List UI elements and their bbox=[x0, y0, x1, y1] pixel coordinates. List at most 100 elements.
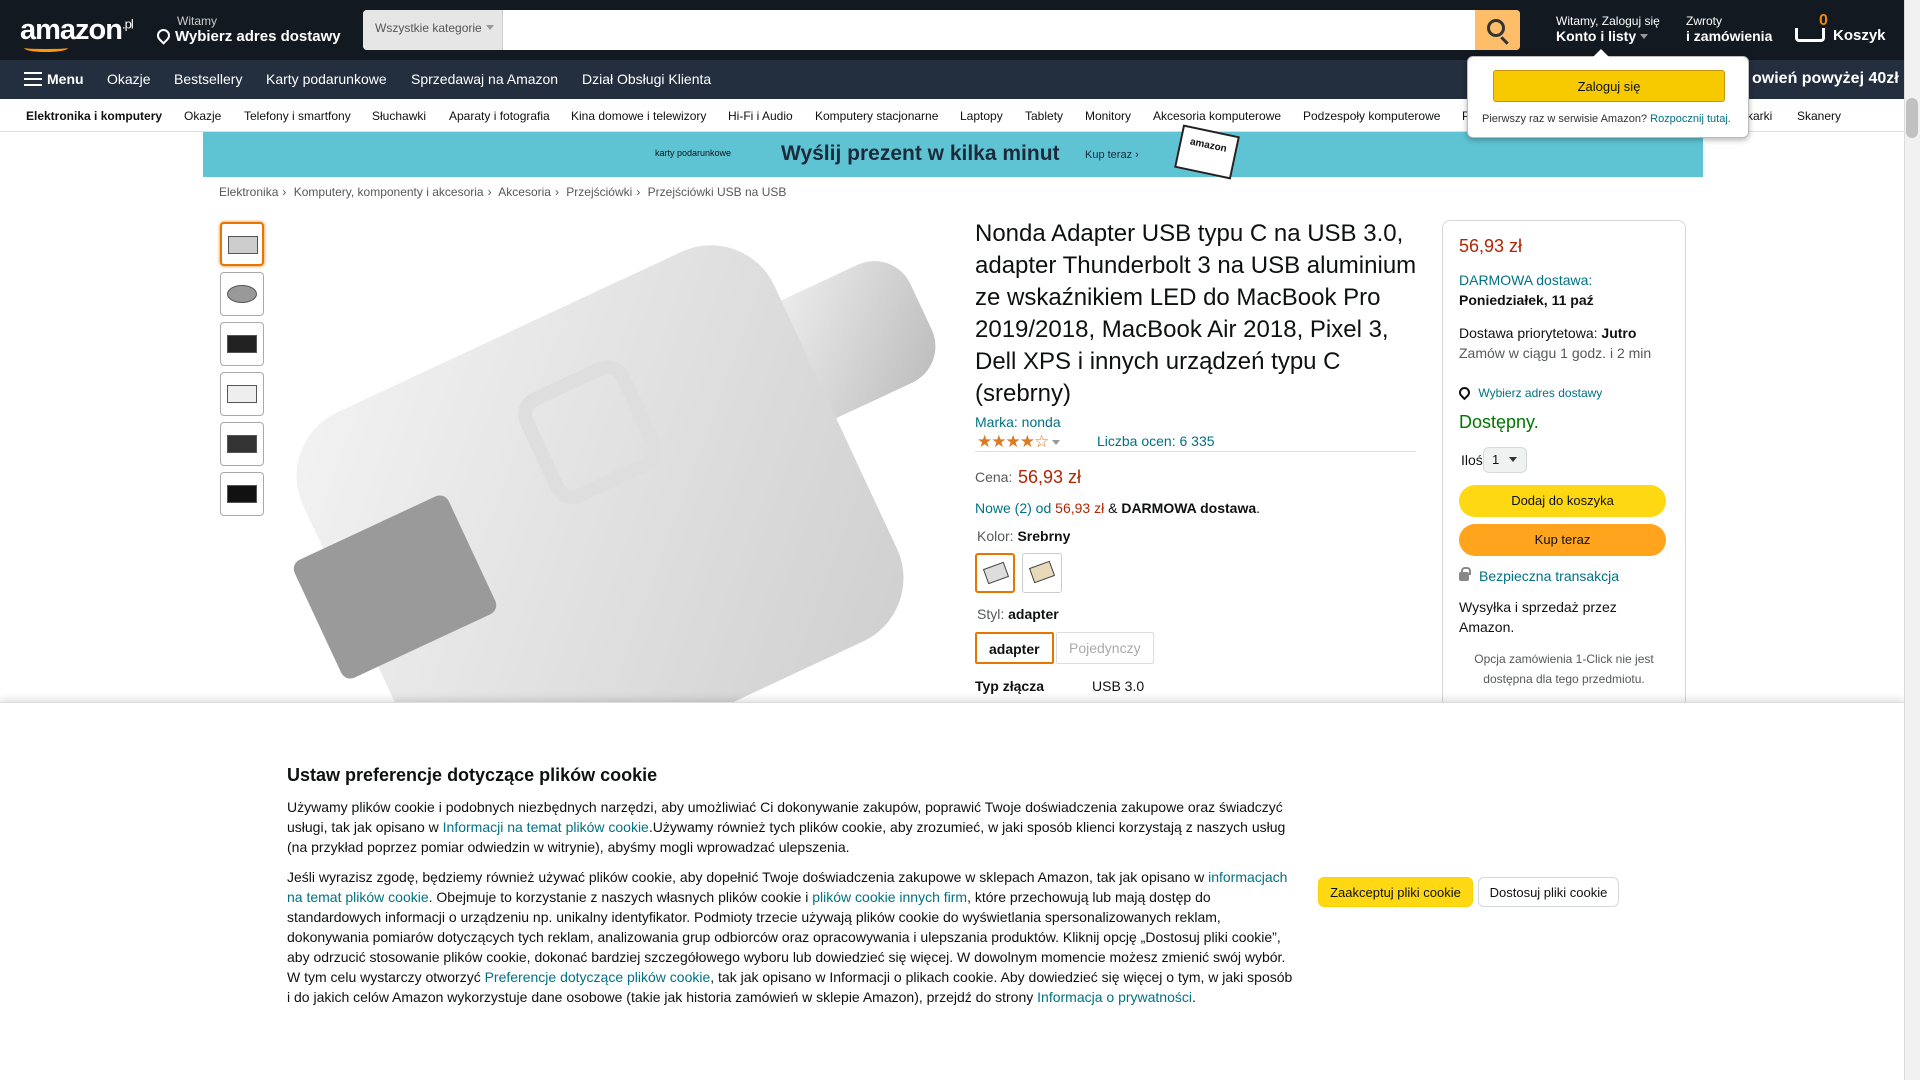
price-label: Cena: bbox=[975, 469, 1013, 485]
color-label: Kolor: Srebrny bbox=[977, 528, 1071, 544]
priority-delivery: Dostawa priorytetowa: Jutro bbox=[1459, 325, 1637, 341]
nav-item-gift-cards[interactable]: Karty podarunkowe bbox=[266, 71, 387, 87]
nav-item-okazje[interactable]: Okazje bbox=[107, 71, 151, 87]
color-swatch-gold[interactable] bbox=[1022, 553, 1062, 593]
thumbnail[interactable] bbox=[220, 222, 264, 266]
style-label: Styl: adapter bbox=[977, 606, 1059, 622]
divider bbox=[975, 451, 1416, 452]
amazon-logo[interactable]: amazon.pl bbox=[20, 14, 134, 52]
subnav-item[interactable]: karki bbox=[1747, 109, 1772, 123]
cookie-paragraph-1: Używamy plików cookie i podobnych niezbę… bbox=[287, 799, 1286, 855]
buy-box: 56,93 zł DARMOWA dostawa: Poniedziałek, … bbox=[1442, 220, 1686, 720]
thumbnail[interactable] bbox=[220, 322, 264, 366]
image-thumbnails bbox=[220, 222, 264, 522]
breadcrumb-item[interactable]: Przejściówki bbox=[566, 185, 632, 199]
start-here-link[interactable]: Rozpocznij tutaj. bbox=[1650, 113, 1731, 125]
cart-button[interactable]: 0 Koszyk bbox=[1795, 12, 1886, 48]
gift-card-banner[interactable]: karty podarunkowe Wyślij prezent w kilka… bbox=[203, 124, 1703, 180]
product-main-image[interactable] bbox=[270, 222, 960, 702]
customize-cookies-button[interactable]: Dostosuj pliki cookie bbox=[1478, 877, 1619, 907]
choose-address-link[interactable]: Wybierz adres dostawy bbox=[1456, 384, 1602, 401]
subnav-item[interactable]: Słuchawki bbox=[372, 109, 426, 123]
menu-button[interactable]: Menu bbox=[47, 71, 84, 87]
subnav-item[interactable]: Aparaty i fotografia bbox=[449, 109, 550, 123]
subnav-item[interactable]: Komputery stacjonarne bbox=[815, 109, 938, 123]
scrollbar-thumb[interactable] bbox=[1906, 98, 1918, 138]
returns-orders[interactable]: Zwroty i zamówienia bbox=[1686, 14, 1772, 44]
page-scrollbar[interactable] bbox=[1904, 0, 1920, 1080]
cart-count: 0 bbox=[1819, 12, 1828, 29]
subnav-item[interactable]: Podzespoły komputerowe bbox=[1303, 109, 1440, 123]
lock-icon bbox=[1459, 567, 1471, 581]
brand-link[interactable]: Marka: nonda bbox=[975, 414, 1061, 430]
free-delivery-link[interactable]: DARMOWA dostawa: bbox=[1459, 272, 1592, 288]
accept-cookies-button[interactable]: Zaakceptuj pliki cookie bbox=[1318, 877, 1473, 907]
ratings-count-link[interactable]: Liczba ocen: 6 335 bbox=[1097, 433, 1215, 449]
sold-by: Wysyłka i sprzedaż przez Amazon. bbox=[1459, 599, 1617, 635]
style-option-single[interactable]: Pojedynczy bbox=[1056, 632, 1154, 664]
cookie-info-link[interactable]: Informacji na temat plików cookie bbox=[443, 819, 649, 835]
thumbnail[interactable] bbox=[220, 372, 264, 416]
secure-transaction[interactable]: Bezpieczna transakcja bbox=[1459, 567, 1619, 584]
spec-value: USB 3.0 bbox=[1092, 678, 1145, 694]
hamburger-menu-icon[interactable] bbox=[24, 72, 42, 86]
nav-item-sell[interactable]: Sprzedawaj na Amazon bbox=[411, 71, 558, 87]
search-button[interactable] bbox=[1475, 10, 1520, 50]
cookie-preferences-link[interactable]: Preferencje dotyczące plików cookie bbox=[485, 969, 711, 985]
subnav-item[interactable]: Tablety bbox=[1025, 109, 1063, 123]
location-pin-icon bbox=[154, 26, 173, 45]
search-icon bbox=[1487, 19, 1505, 37]
thumbnail[interactable] bbox=[220, 422, 264, 466]
one-click-note: Opcja zamówienia 1-Click nie jest dostęp… bbox=[1474, 652, 1654, 686]
subnav-item[interactable]: Monitory bbox=[1085, 109, 1131, 123]
location-pin-icon bbox=[1456, 384, 1473, 401]
subnav-item[interactable]: Skanery bbox=[1797, 109, 1841, 123]
subnav-item[interactable]: Akcesoria komputerowe bbox=[1153, 109, 1281, 123]
cookie-title: Ustaw preferencje dotyczące plików cooki… bbox=[287, 765, 658, 785]
price: 56,93 zł bbox=[1018, 467, 1082, 487]
order-within: Zamów w ciągu 1 godz. i 2 min bbox=[1459, 345, 1652, 361]
new-offers-link[interactable]: Nowe (2) od bbox=[975, 500, 1051, 516]
account-lists[interactable]: Witamy, Zaloguj się Konto i listy bbox=[1556, 14, 1660, 44]
signin-flyout: Zaloguj się Pierwszy raz w serwisie Amaz… bbox=[1467, 49, 1749, 138]
spec-label: Typ złącza bbox=[975, 678, 1044, 694]
thumbnail[interactable] bbox=[220, 472, 264, 516]
subnav-item[interactable]: Telefony i smartfony bbox=[244, 109, 351, 123]
subnav-item[interactable]: Okazje bbox=[184, 109, 221, 123]
privacy-notice-link[interactable]: Informacja o prywatności bbox=[1037, 989, 1192, 1005]
quantity-select[interactable]: 1 bbox=[1483, 447, 1527, 473]
add-to-cart-button[interactable]: Dodaj do koszyka bbox=[1459, 485, 1666, 517]
nav-item-bestsellery[interactable]: Bestsellery bbox=[174, 71, 242, 87]
breadcrumb-item[interactable]: Akcesoria bbox=[498, 185, 551, 199]
subnav-item[interactable]: Elektronika i komputery bbox=[26, 109, 162, 123]
breadcrumb: Elektronika › Komputery, komponenty i akc… bbox=[219, 185, 787, 199]
product-title: Nonda Adapter USB typu C na USB 3.0, ada… bbox=[975, 220, 1417, 407]
new-customer-text: Pierwszy raz w serwisie Amazon? Rozpoczn… bbox=[1482, 113, 1731, 125]
availability: Dostępny. bbox=[1459, 412, 1539, 432]
search-category-select[interactable]: Wszystkie kategorie bbox=[363, 10, 503, 50]
nav-item-customer-service[interactable]: Dział Obsługi Klienta bbox=[582, 71, 711, 87]
thumbnail[interactable] bbox=[220, 272, 264, 316]
search-bar: Wszystkie kategorie bbox=[363, 10, 1520, 50]
nav-promo[interactable]: owień powyżej 40zł bbox=[1752, 70, 1899, 88]
color-swatch-silver[interactable] bbox=[975, 553, 1015, 593]
subnav-item[interactable]: Laptopy bbox=[960, 109, 1003, 123]
subnav-item[interactable]: Hi-Fi i Audio bbox=[728, 109, 793, 123]
breadcrumb-item[interactable]: Elektronika bbox=[219, 185, 278, 199]
third-party-cookies-link[interactable]: plików cookie innych firm bbox=[812, 889, 967, 905]
deliver-to[interactable]: Witamy Wybierz adres dostawy bbox=[154, 14, 341, 45]
breadcrumb-item[interactable]: Przejściówki USB na USB bbox=[648, 185, 787, 199]
cart-icon bbox=[1795, 28, 1825, 42]
subnav-item[interactable]: Kina domowe i telewizory bbox=[571, 109, 706, 123]
buy-now-button[interactable]: Kup teraz bbox=[1459, 524, 1666, 556]
style-option-adapter[interactable]: adapter bbox=[975, 632, 1054, 664]
buybox-price: 56,93 zł bbox=[1459, 236, 1523, 256]
top-navbar: amazon.pl Witamy Wybierz adres dostawy W… bbox=[0, 0, 1904, 60]
gift-card-image: amazon bbox=[1174, 124, 1240, 180]
delivery-date: Poniedziałek, 11 paź bbox=[1459, 292, 1594, 308]
star-rating[interactable]: ★★★★☆ bbox=[977, 432, 1061, 452]
offers-line: Nowe (2) od 56,93 zł & DARMOWA dostawa. bbox=[975, 500, 1261, 516]
signin-button[interactable]: Zaloguj się bbox=[1493, 70, 1725, 102]
search-input[interactable] bbox=[503, 10, 1473, 50]
breadcrumb-item[interactable]: Komputery, komponenty i akcesoria bbox=[294, 185, 484, 199]
